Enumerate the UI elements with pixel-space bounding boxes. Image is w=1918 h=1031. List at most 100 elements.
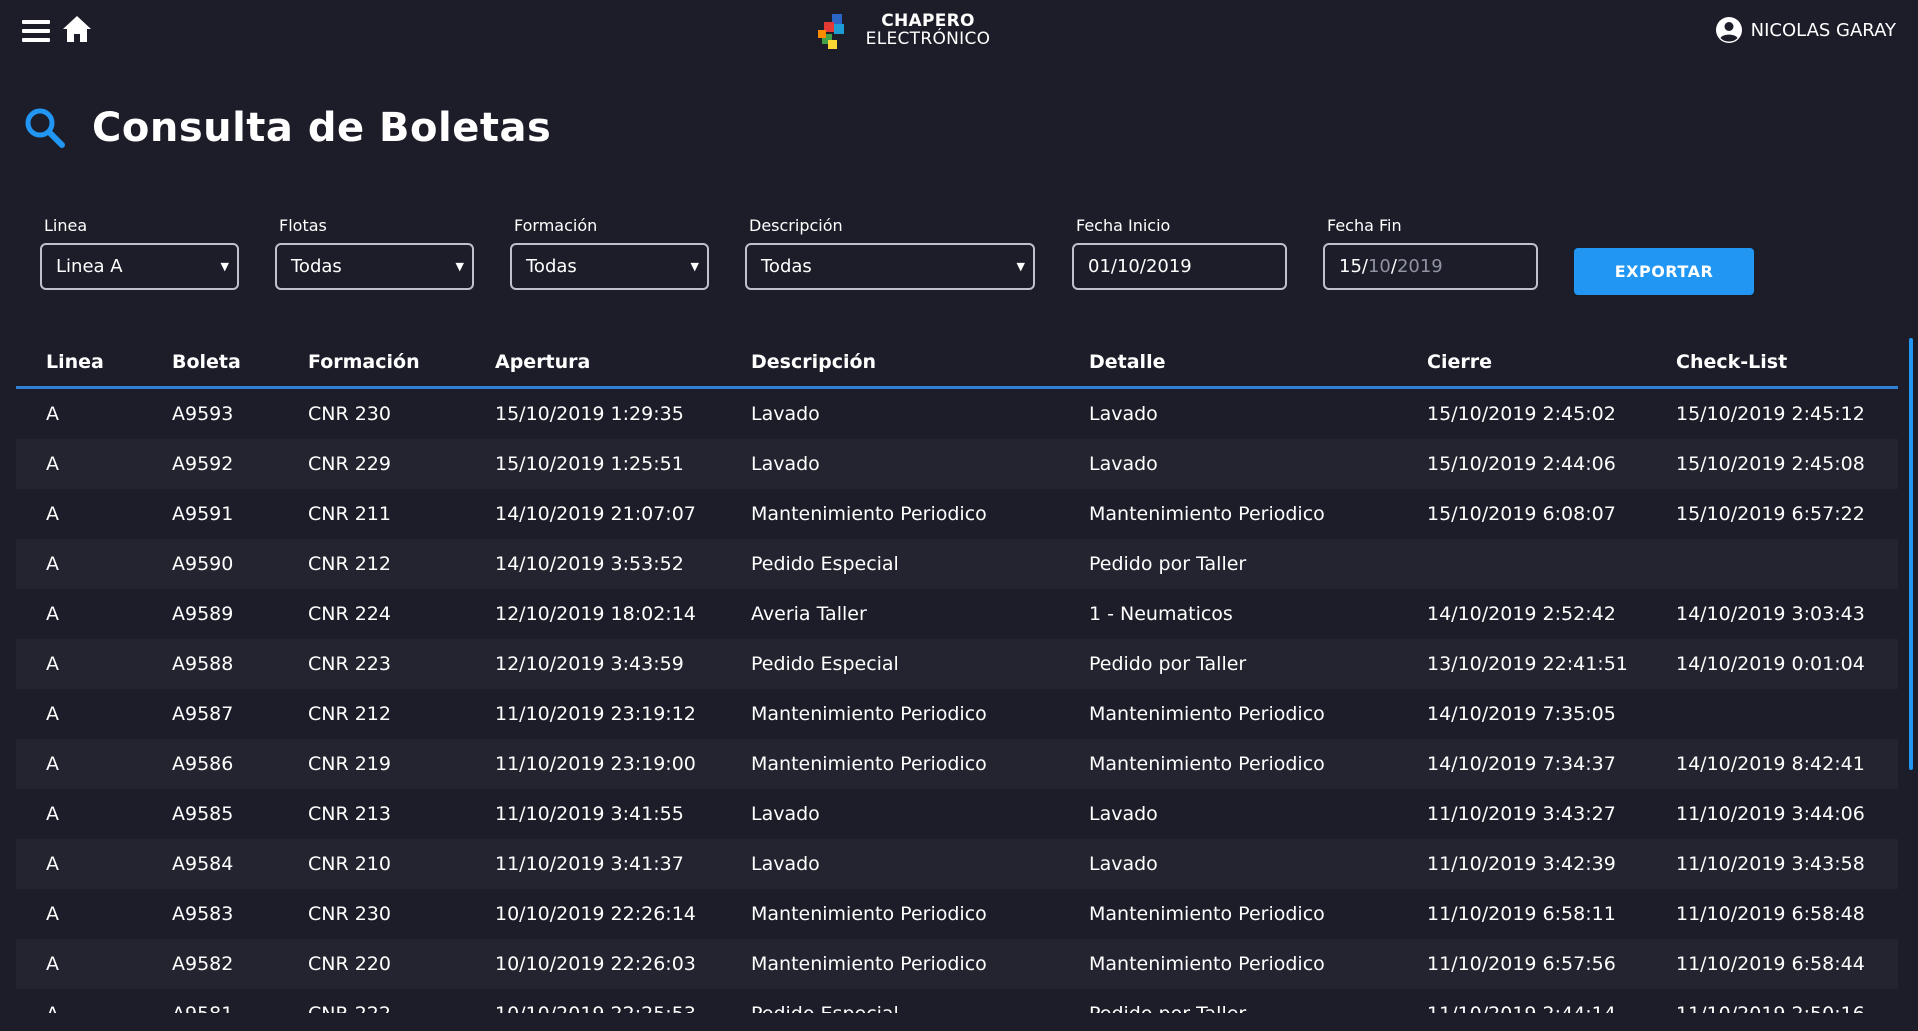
- vertical-scrollbar[interactable]: [1909, 338, 1913, 770]
- dropdown-arrow-icon: ▼: [220, 260, 229, 273]
- table-cell: A: [46, 553, 59, 575]
- table-row[interactable]: A A9590 CNR 212 14/10/2019 3:53:52 Pedido Es…: [16, 539, 1898, 589]
- table-row[interactable]: A A9593 CNR 230 15/10/2019 1:29:35 Lavado Lav…: [16, 389, 1898, 439]
- table-row[interactable]: A A9584 CNR 210 11/10/2019 3:41:37 Lavado Lav…: [16, 839, 1898, 889]
- table-cell: Lavado: [1089, 803, 1158, 825]
- table-cell: A: [46, 703, 59, 725]
- formacion-select[interactable]: Todas ▼: [510, 243, 709, 290]
- table-cell: CNR 230: [308, 403, 391, 425]
- page-header: Consulta de Boletas: [24, 100, 551, 156]
- table-cell: Lavado: [751, 403, 820, 425]
- filter-linea: Linea Linea A ▼: [40, 215, 239, 290]
- table-cell: Lavado: [751, 453, 820, 475]
- table-cell: 14/10/2019 2:52:42: [1427, 603, 1616, 625]
- page-title: Consulta de Boletas: [92, 105, 552, 151]
- table-cell: A: [46, 403, 59, 425]
- table-cell: Lavado: [1089, 453, 1158, 475]
- table-cell: 13/10/2019 22:41:51: [1427, 653, 1628, 675]
- table-row[interactable]: A A9582 CNR 220 10/10/2019 22:26:03 Mantenim…: [16, 939, 1898, 989]
- table-cell: 11/10/2019 3:43:58: [1676, 853, 1865, 875]
- table-cell: 11/10/2019 3:41:37: [495, 853, 684, 875]
- top-bar: CHAPERO ELECTRÓNICO NICOLAS GARAY: [0, 0, 1918, 62]
- column-header[interactable]: Apertura: [495, 351, 590, 373]
- table-row[interactable]: A A9592 CNR 229 15/10/2019 1:25:51 Lavado Lav…: [16, 439, 1898, 489]
- table-cell: A9581: [172, 1003, 233, 1013]
- fecha-inicio-value: 01/10/2019: [1088, 256, 1192, 277]
- fecha-inicio-input[interactable]: 01/10/2019: [1072, 243, 1287, 290]
- table-cell: A: [46, 453, 59, 475]
- table-cell: 14/10/2019 7:35:05: [1427, 703, 1616, 725]
- table-cell: A: [46, 1003, 59, 1013]
- column-header[interactable]: Check-List: [1676, 351, 1787, 373]
- table-cell: A9592: [172, 453, 234, 475]
- table-cell: Lavado: [751, 853, 820, 875]
- table-row[interactable]: A A9588 CNR 223 12/10/2019 3:43:59 Pedido Es…: [16, 639, 1898, 689]
- table-cell: Pedido por Taller: [1089, 553, 1247, 575]
- table-cell: Mantenimiento Periodico: [751, 753, 987, 775]
- column-header[interactable]: Boleta: [172, 351, 241, 373]
- table-cell: A9585: [172, 803, 234, 825]
- filter-formacion: Formación Todas ▼: [510, 215, 709, 290]
- table-cell: CNR 223: [308, 653, 391, 675]
- table-row[interactable]: A A9587 CNR 212 11/10/2019 23:19:12 Mantenim…: [16, 689, 1898, 739]
- table-cell: A: [46, 603, 59, 625]
- table-cell: 11/10/2019 6:58:44: [1676, 953, 1865, 975]
- table-cell: 11/10/2019 3:42:39: [1427, 853, 1616, 875]
- table-cell: A9591: [172, 503, 234, 525]
- table-cell: Mantenimiento Periodico: [1089, 903, 1325, 925]
- filter-fecha-fin: Fecha Fin 15/10/2019: [1323, 215, 1538, 290]
- linea-select[interactable]: Linea A ▼: [40, 243, 239, 290]
- boletas-table: Linea Boleta Formación Apertura Descripción D…: [16, 338, 1898, 1013]
- column-header[interactable]: Cierre: [1427, 351, 1492, 373]
- column-header[interactable]: Detalle: [1089, 351, 1165, 373]
- table-cell: 15/10/2019 2:44:06: [1427, 453, 1616, 475]
- table-cell: Pedido por Taller: [1089, 1003, 1246, 1013]
- table-cell: CNR 224: [308, 603, 391, 625]
- table-cell: A9586: [172, 753, 234, 775]
- column-header[interactable]: Formación: [308, 351, 420, 373]
- filter-descripcion: Descripción Todas ▼: [745, 215, 1035, 290]
- table-header: Linea Boleta Formación Apertura Descripción D…: [16, 338, 1898, 389]
- menu-icon[interactable]: [22, 20, 50, 42]
- export-button[interactable]: EXPORTAR: [1574, 248, 1754, 295]
- logo-text-line1: CHAPERO: [881, 11, 975, 31]
- filter-flotas: Flotas Todas ▼: [275, 215, 474, 290]
- table-cell: 14/10/2019 7:34:37: [1427, 753, 1616, 775]
- table-cell: 10/10/2019 22:26:03: [495, 953, 696, 975]
- table-cell: Lavado: [751, 803, 820, 825]
- filter-linea-label: Linea: [44, 216, 88, 235]
- table-cell: 11/10/2019 6:58:11: [1427, 903, 1616, 925]
- column-header[interactable]: Descripción: [751, 351, 876, 373]
- table-cell: CNR 210: [308, 853, 391, 875]
- fecha-fin-input[interactable]: 15/10/2019: [1323, 243, 1538, 290]
- table-row[interactable]: A A9589 CNR 224 12/10/2019 18:02:14 Averia T…: [16, 589, 1898, 639]
- home-icon[interactable]: [62, 15, 92, 43]
- flotas-select[interactable]: Todas ▼: [275, 243, 474, 290]
- app-logo: CHAPERO ELECTRÓNICO: [818, 12, 1000, 52]
- table-row[interactable]: A A9586 CNR 219 11/10/2019 23:19:00 Mantenim…: [16, 739, 1898, 789]
- user-name: NICOLAS GARAY: [1750, 19, 1896, 41]
- user-menu[interactable]: NICOLAS GARAY: [1715, 15, 1896, 45]
- table-cell: A: [46, 803, 59, 825]
- table-row[interactable]: A A9583 CNR 230 10/10/2019 22:26:14 Mantenim…: [16, 889, 1898, 939]
- table-cell: 10/10/2019 22:26:14: [495, 903, 696, 925]
- fecha-fin-month: 10: [1367, 256, 1391, 277]
- linea-select-value: Linea A: [56, 256, 123, 277]
- filter-flotas-label: Flotas: [279, 216, 327, 235]
- table-cell: 11/10/2019 2:50:16: [1676, 1003, 1865, 1013]
- fecha-fin-year: 2019: [1396, 256, 1443, 277]
- table-cell: 15/10/2019 2:45:12: [1676, 403, 1865, 425]
- table-cell: A: [46, 903, 59, 925]
- descripcion-select[interactable]: Todas ▼: [745, 243, 1035, 290]
- table-cell: 11/10/2019 3:44:06: [1676, 803, 1865, 825]
- table-cell: Averia Taller: [751, 603, 867, 625]
- fecha-fin-day: 15/: [1339, 256, 1368, 277]
- column-header[interactable]: Linea: [46, 351, 104, 373]
- table-row[interactable]: A A9585 CNR 213 11/10/2019 3:41:55 Lavado Lav…: [16, 789, 1898, 839]
- table-row[interactable]: A A9591 CNR 211 14/10/2019 21:07:07 Mantenim…: [16, 489, 1898, 539]
- table-cell: A9587: [172, 703, 234, 725]
- table-cell: 1 - Neumaticos: [1089, 603, 1233, 625]
- dropdown-arrow-icon: ▼: [455, 260, 464, 273]
- table-cell: Mantenimiento Periodico: [1089, 953, 1325, 975]
- table-row[interactable]: A A9581 CNR 222 10/10/2019 22:25:53 Pedido E…: [16, 989, 1898, 1013]
